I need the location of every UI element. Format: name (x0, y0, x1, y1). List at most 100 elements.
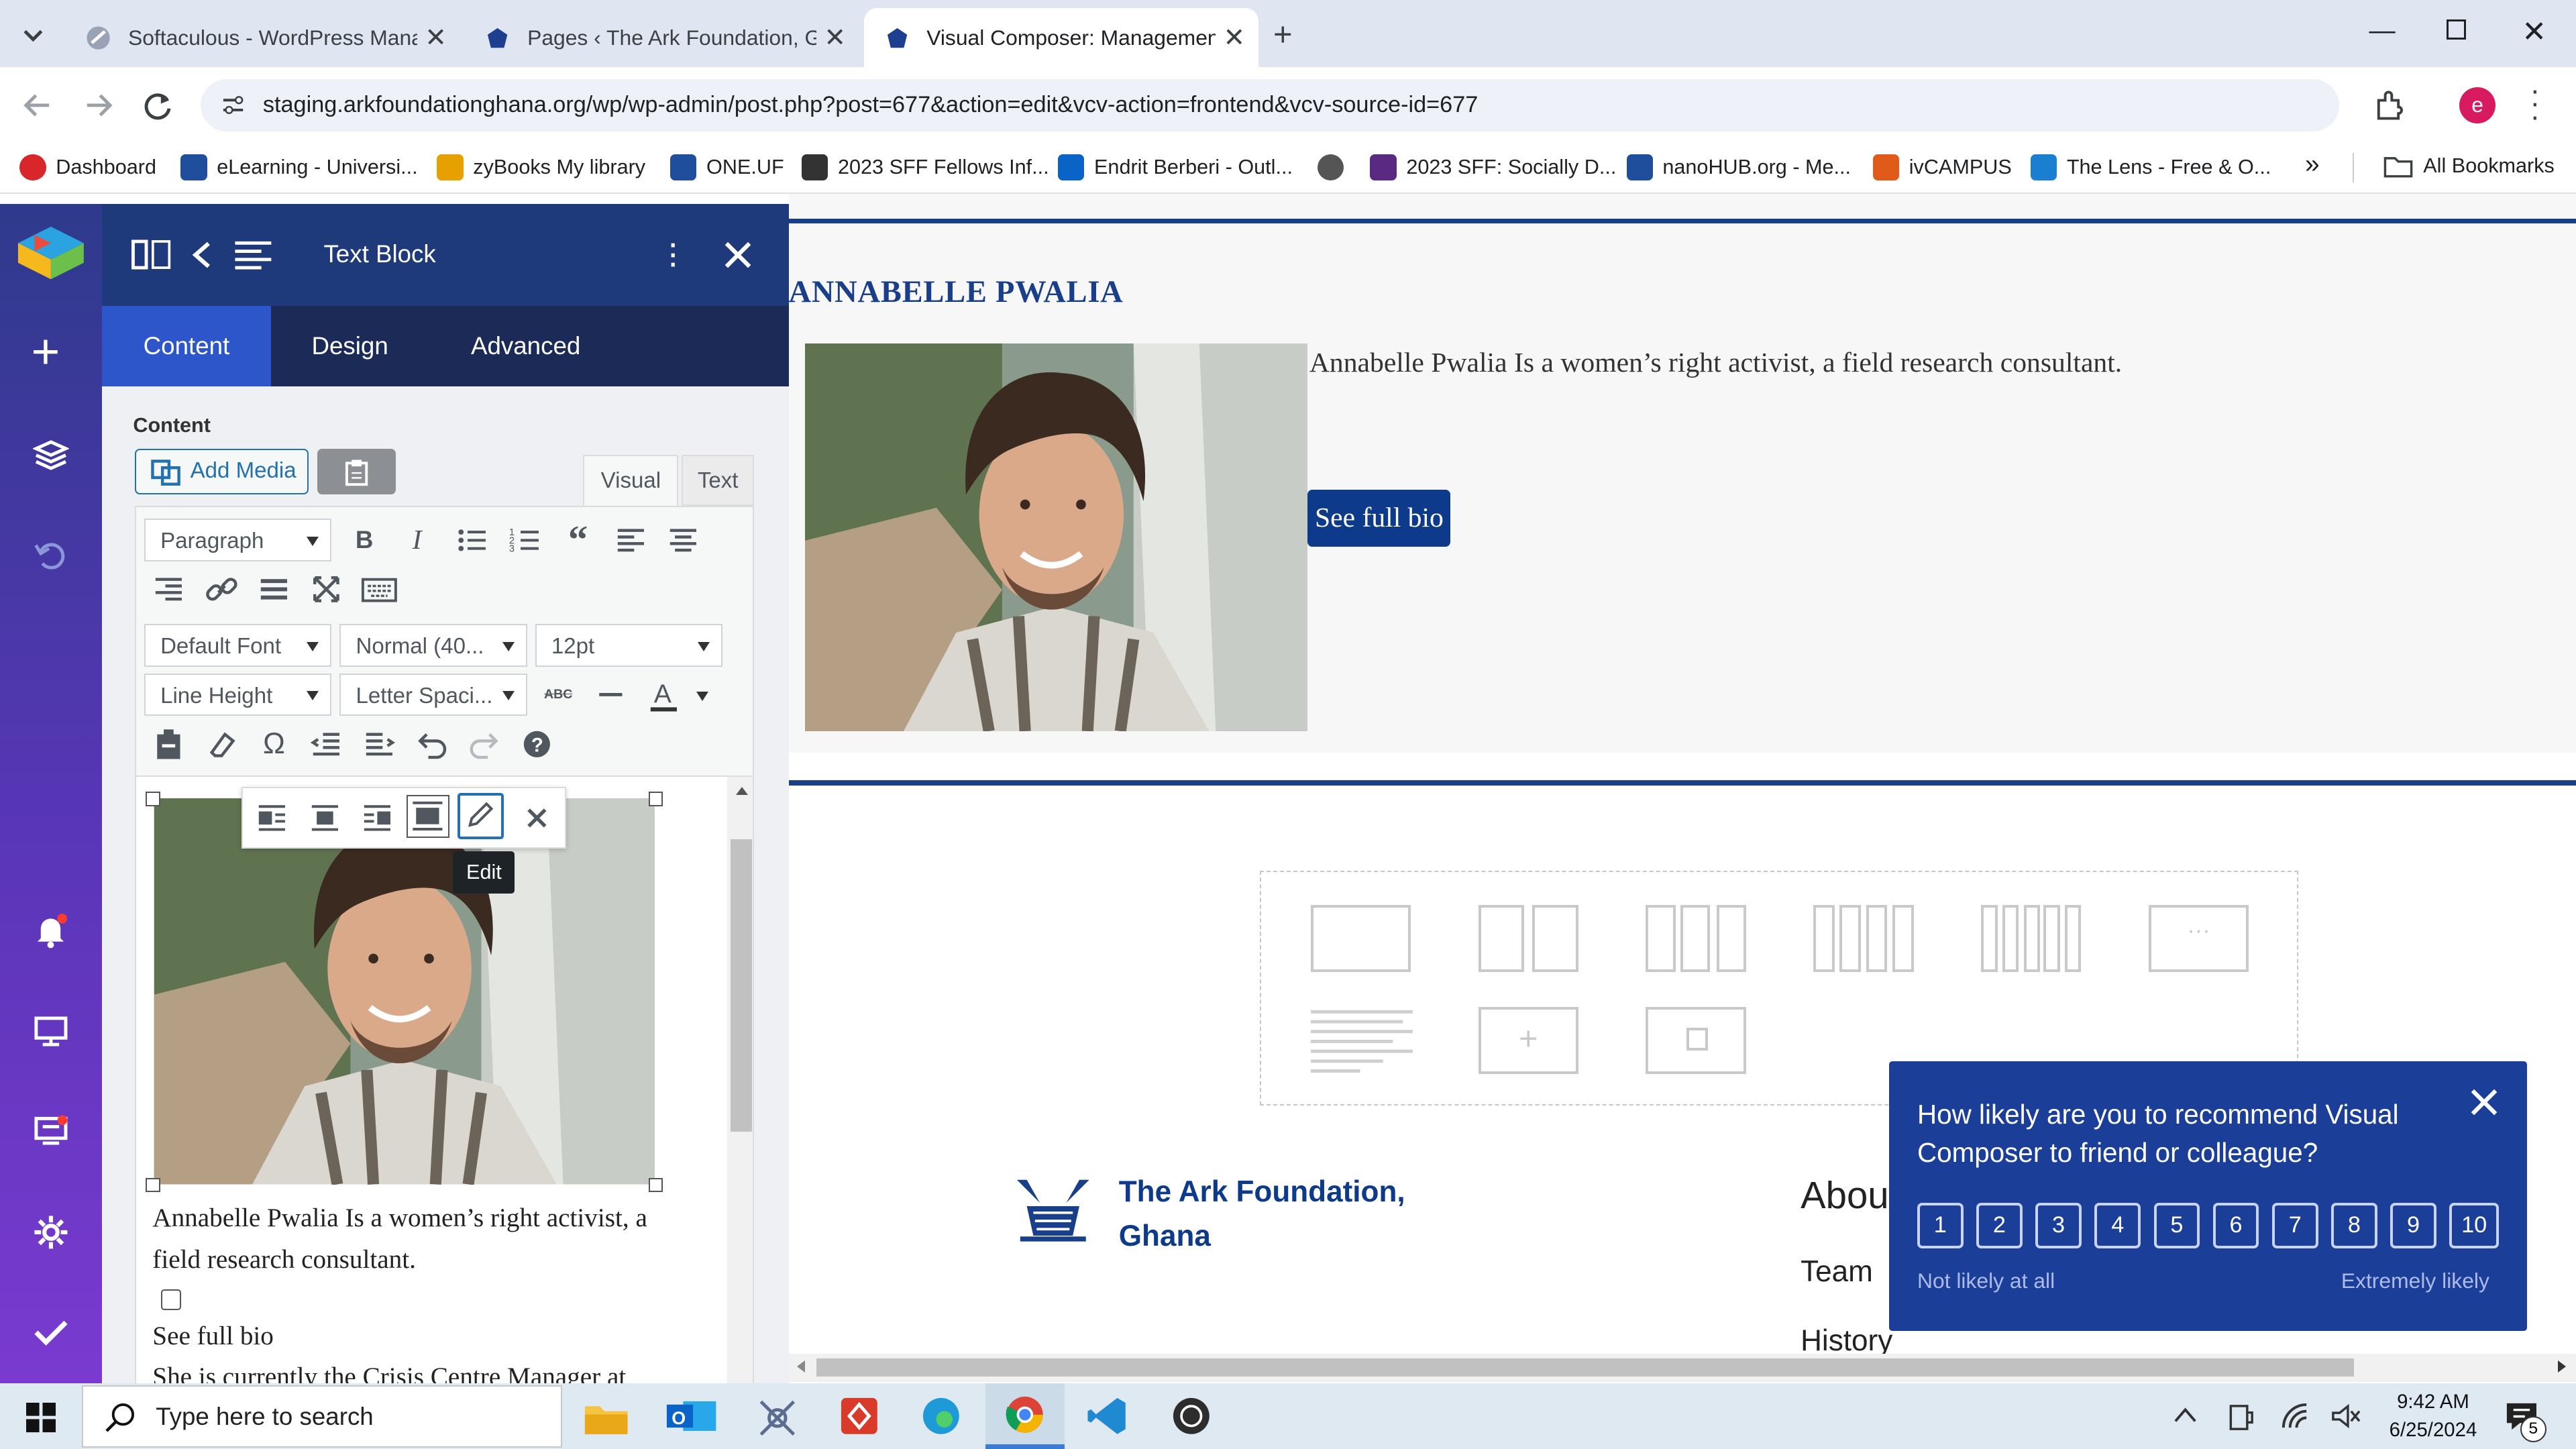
bookmark-item[interactable]: 2023 SFF Fellows Inf... (802, 154, 1049, 181)
tab-content[interactable]: Content (101, 305, 272, 386)
italic-icon[interactable]: I (397, 521, 437, 560)
hub-store-icon[interactable] (33, 1114, 69, 1146)
tab-visual-composer[interactable]: Visual Composer: Management ✕ (864, 8, 1258, 68)
tray-chevron-up-icon[interactable] (2172, 1405, 2198, 1424)
numbered-list-icon[interactable]: 123 (506, 521, 545, 560)
all-bookmarks-button[interactable]: All Bookmarks (2383, 154, 2555, 178)
restore-button[interactable] (2446, 19, 2466, 40)
minimize-button[interactable]: — (2369, 16, 2395, 46)
layout-3-columns[interactable] (1646, 904, 1746, 973)
tab-advanced[interactable]: Advanced (429, 306, 623, 386)
layout-2-columns[interactable] (1478, 904, 1579, 973)
nps-option-8[interactable]: 8 (2331, 1202, 2377, 1249)
close-panel-icon[interactable] (723, 240, 753, 270)
image-align-left-icon[interactable] (252, 798, 292, 838)
dock-panel-icon[interactable] (131, 238, 171, 271)
tab-softaculous[interactable]: Softaculous - WordPress Manag ✕ (66, 8, 460, 67)
fullscreen-icon[interactable] (307, 570, 346, 609)
add-element-plus-icon[interactable]: + (1478, 1006, 1579, 1075)
toolbar-toggle-icon[interactable] (360, 570, 399, 609)
vscode-icon[interactable] (1086, 1395, 1129, 1438)
more-bookmarks-chevron-icon[interactable]: » (2305, 150, 2320, 179)
special-character-icon[interactable]: Ω (254, 724, 294, 764)
undo-editor-icon[interactable] (412, 724, 451, 764)
text-tab[interactable]: Text (682, 455, 755, 506)
tab-search-button[interactable] (13, 15, 53, 54)
nps-option-7[interactable]: 7 (2271, 1202, 2318, 1249)
image-align-center-icon[interactable] (305, 798, 345, 838)
nps-option-2[interactable]: 2 (1976, 1202, 2023, 1249)
font-weight-select[interactable]: Normal (40... (339, 624, 527, 667)
scrollbar-thumb[interactable] (731, 839, 753, 1132)
align-center-icon[interactable] (663, 521, 703, 560)
align-left-icon[interactable] (611, 521, 651, 560)
bookmark-item[interactable]: 2023 SFF: Socially D... (1370, 154, 1616, 181)
clear-formatting-icon[interactable] (202, 724, 241, 764)
scroll-up-arrow-icon[interactable] (735, 787, 748, 796)
bookmark-item[interactable]: zyBooks My library (437, 154, 645, 181)
publish-check-icon[interactable] (33, 1318, 69, 1347)
close-icon[interactable] (2469, 1087, 2499, 1117)
options-kebab-icon[interactable]: · · · (667, 225, 680, 280)
horizontal-line-icon[interactable] (591, 675, 631, 714)
indent-icon[interactable] (360, 724, 399, 764)
image-edit-button[interactable] (458, 793, 504, 839)
strikethrough-icon[interactable]: ABC (539, 675, 578, 714)
clock[interactable]: 9:42 AM 6/25/2024 (2385, 1388, 2481, 1444)
nps-option-6[interactable]: 6 (2212, 1202, 2259, 1249)
layout-5-columns[interactable] (1981, 904, 2082, 973)
image-align-right-icon[interactable] (358, 798, 397, 838)
app-red-icon[interactable] (838, 1395, 881, 1438)
outdent-icon[interactable] (307, 724, 346, 764)
notification-bell-icon[interactable] (34, 913, 68, 950)
link-icon[interactable] (202, 570, 241, 609)
clipboard-button[interactable] (317, 448, 396, 495)
undo-icon[interactable] (34, 539, 67, 572)
tray-device-icon[interactable] (2226, 1403, 2255, 1432)
close-icon[interactable]: ✕ (1224, 23, 1246, 53)
bold-icon[interactable]: B (345, 521, 384, 560)
settings-gear-icon[interactable] (33, 1214, 69, 1250)
window-close-button[interactable]: ✕ (2522, 15, 2546, 49)
page-horizontal-scrollbar[interactable] (788, 1353, 2576, 1382)
scrollbar-thumb[interactable] (816, 1358, 2355, 1377)
visual-tab[interactable]: Visual (583, 455, 679, 506)
add-element-plus-icon[interactable]: + (32, 326, 60, 375)
bookmark-item[interactable]: Endrit Berberi - Outl... (1058, 154, 1293, 181)
windows-start-icon[interactable] (26, 1403, 56, 1433)
tab-pages[interactable]: Pages ‹ The Ark Foundation, Gh ✕ (465, 8, 859, 67)
profile-avatar[interactable]: e (2459, 87, 2496, 123)
nps-option-5[interactable]: 5 (2153, 1202, 2200, 1249)
snipping-tool-icon[interactable] (756, 1397, 799, 1440)
menu-kebab-icon[interactable]: · · · (2530, 75, 2540, 131)
chrome-taskbar-button[interactable] (985, 1383, 1065, 1449)
volume-muted-icon[interactable] (2330, 1401, 2363, 1431)
image-remove-icon[interactable] (517, 798, 557, 838)
address-bar[interactable]: staging.arkfoundationghana.org/wp/wp-adm… (200, 78, 2340, 131)
nps-option-9[interactable]: 9 (2390, 1202, 2436, 1249)
see-full-bio-button[interactable]: See full bio (1307, 489, 1451, 547)
chevron-left-icon[interactable] (191, 240, 213, 270)
back-arrow-icon[interactable] (19, 87, 56, 123)
nps-option-1[interactable]: 1 (1917, 1202, 1964, 1249)
nps-option-10[interactable]: 10 (2449, 1202, 2499, 1249)
nps-option-4[interactable]: 4 (2094, 1202, 2141, 1249)
new-tab-button[interactable]: + (1273, 16, 1293, 54)
footer-link-team[interactable]: Team (1801, 1255, 1873, 1289)
layout-1-column[interactable] (1310, 904, 1411, 973)
font-size-select[interactable]: 12pt (535, 624, 723, 667)
outlook-taskbar-icon[interactable]: O (663, 1398, 719, 1434)
editor-scrollbar[interactable] (727, 777, 753, 1384)
extensions-icon[interactable] (2372, 87, 2408, 123)
footer-link-history[interactable]: History (1801, 1324, 1892, 1358)
site-info-icon[interactable] (220, 92, 246, 118)
scroll-left-arrow-icon[interactable] (796, 1360, 805, 1373)
bookmark-item[interactable]: eLearning - Universi... (180, 154, 418, 181)
scroll-right-arrow-icon[interactable] (2558, 1360, 2566, 1373)
line-height-select[interactable]: Line Height (144, 673, 332, 716)
bookmark-item[interactable] (1318, 154, 1354, 181)
resize-handle[interactable] (648, 792, 663, 806)
text-color-dropdown[interactable] (696, 691, 708, 701)
member-portrait-image[interactable] (805, 343, 1308, 731)
editor-portrait-image[interactable] (152, 798, 657, 1185)
